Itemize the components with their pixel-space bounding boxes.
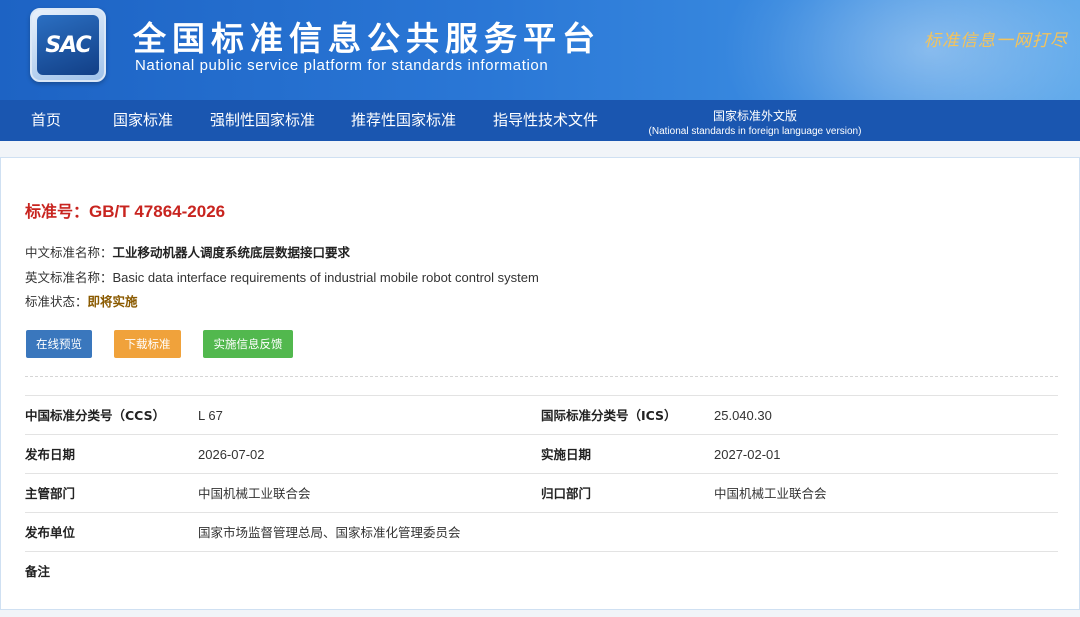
en-name-value: Basic data interface requirements of ind… [112, 270, 539, 285]
nav-foreign-label-en: (National standards in foreign language … [648, 126, 862, 137]
nav-item-foreign-language-standards[interactable]: 国家标准外文版 (National standards in foreign l… [633, 100, 877, 141]
centralized-dept-label: 归口部门 [541, 486, 592, 501]
table-row: 备注 [25, 552, 1058, 591]
nav-item-national-standards[interactable]: 国家标准 [113, 100, 173, 141]
en-name-line: 英文标准名称：Basic data interface requirements… [25, 267, 539, 286]
remark-label: 备注 [25, 564, 51, 579]
implementation-feedback-button[interactable]: 实施信息反馈 [203, 330, 293, 358]
online-preview-button[interactable]: 在线预览 [26, 330, 92, 358]
divider [25, 376, 1058, 377]
standard-number-heading: 标准号：GB/T 47864-2026 [25, 198, 225, 222]
ccs-value: L 67 [198, 408, 223, 423]
download-standard-button[interactable]: 下载标准 [114, 330, 181, 358]
status-line: 标准状态：即将实施 [25, 291, 138, 310]
standard-number-label: 标准号： [25, 202, 90, 221]
table-row: 主管部门 中国机械工业联合会 归口部门 中国机械工业联合会 [25, 474, 1058, 513]
publish-date-label: 发布日期 [25, 447, 76, 462]
site-title: 全国标准信息公共服务平台 [133, 19, 601, 58]
nav-item-home[interactable]: 首页 [31, 100, 61, 141]
status-label: 标准状态： [25, 294, 88, 309]
publish-date-value: 2026-07-02 [198, 447, 265, 462]
sac-logo-inner: SAC [37, 15, 99, 75]
competent-dept-value: 中国机械工业联合会 [198, 486, 311, 501]
nav-foreign-label-cn: 国家标准外文版 [712, 109, 797, 123]
cn-name-line: 中文标准名称：工业移动机器人调度系统底层数据接口要求 [25, 242, 350, 261]
nav-item-guidance-documents[interactable]: 指导性技术文件 [493, 100, 598, 141]
site-header: SAC 全国标准信息公共服务平台 National public service… [0, 0, 1080, 100]
status-badge: 即将实施 [87, 294, 138, 309]
site-subtitle: National public service platform for sta… [135, 57, 549, 74]
implement-date-label: 实施日期 [541, 447, 592, 462]
standard-number-value: GB/T 47864-2026 [89, 202, 226, 221]
main-nav: 首页 国家标准 强制性国家标准 推荐性国家标准 指导性技术文件 国家标准外文版 … [0, 100, 1080, 141]
standard-detail-panel: 标准号：GB/T 47864-2026 中文标准名称：工业移动机器人调度系统底层… [0, 157, 1080, 610]
issuer-value: 国家市场监督管理总局、国家标准化管理委员会 [198, 525, 461, 540]
implement-date-value: 2027-02-01 [714, 447, 781, 462]
cn-name-label: 中文标准名称： [25, 245, 113, 260]
centralized-dept-value: 中国机械工业联合会 [714, 486, 827, 501]
sac-logo-text: SAC [45, 32, 91, 58]
cn-name-value: 工业移动机器人调度系统底层数据接口要求 [112, 245, 351, 260]
nav-item-recommended-standards[interactable]: 推荐性国家标准 [351, 100, 456, 141]
sac-logo[interactable]: SAC [30, 8, 106, 82]
ccs-label: 中国标准分类号（CCS） [25, 408, 166, 423]
nav-item-mandatory-standards[interactable]: 强制性国家标准 [210, 100, 315, 141]
table-row: 中国标准分类号（CCS） L 67 国际标准分类号（ICS） 25.040.30 [25, 396, 1058, 435]
ics-label: 国际标准分类号（ICS） [541, 408, 677, 423]
ics-value: 25.040.30 [714, 408, 772, 423]
issuer-label: 发布单位 [25, 525, 76, 540]
table-row: 发布日期 2026-07-02 实施日期 2027-02-01 [25, 435, 1058, 474]
table-row: 发布单位 国家市场监督管理总局、国家标准化管理委员会 [25, 513, 1058, 552]
slogan: 标准信息一网打尽 [924, 31, 1068, 51]
standard-details-table: 中国标准分类号（CCS） L 67 国际标准分类号（ICS） 25.040.30… [25, 395, 1058, 591]
competent-dept-label: 主管部门 [25, 486, 76, 501]
en-name-label: 英文标准名称： [25, 270, 113, 285]
